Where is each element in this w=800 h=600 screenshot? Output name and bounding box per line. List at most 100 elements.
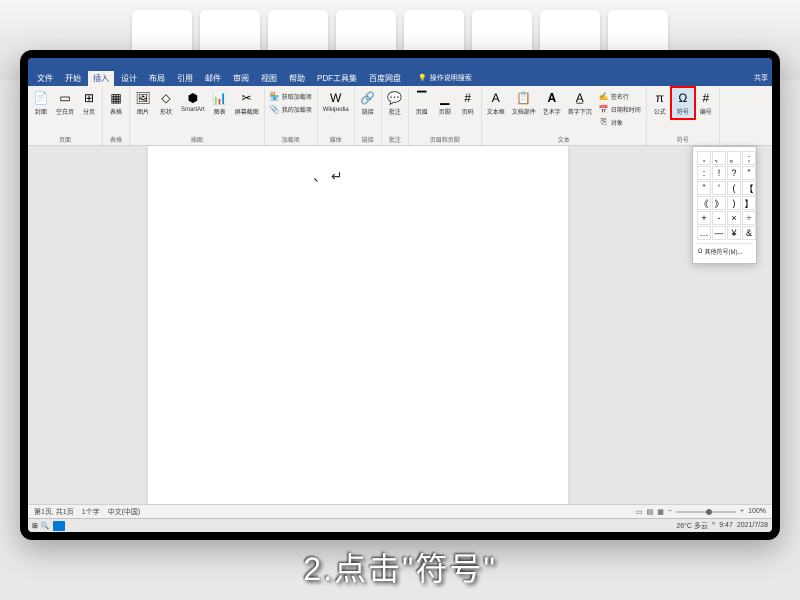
ribbon-button-label: 页脚 bbox=[439, 107, 451, 116]
ribbon-button-文档部件[interactable]: 📋文档部件 bbox=[509, 88, 539, 118]
批注-icon: 💬 bbox=[387, 90, 403, 106]
symbol-cell[interactable]: , bbox=[697, 151, 711, 165]
task-word-icon[interactable] bbox=[53, 521, 65, 531]
start-icon[interactable]: ⊞ bbox=[32, 522, 38, 530]
ribbon-small-签名行[interactable]: ✍签名行 bbox=[598, 90, 642, 102]
ribbon-group-label: 批注 bbox=[382, 134, 408, 145]
ribbon-small-日期和时间[interactable]: 📅日期和时间 bbox=[598, 103, 642, 115]
symbol-cell[interactable]: — bbox=[712, 226, 726, 240]
menu-home[interactable]: 开始 bbox=[60, 71, 86, 86]
ribbon-button-页码[interactable]: #页码 bbox=[457, 88, 479, 118]
status-lang[interactable]: 中文(中国) bbox=[108, 507, 141, 517]
symbol-cell[interactable]: ( bbox=[727, 181, 741, 195]
ribbon-button-图片[interactable]: 🖼图片 bbox=[132, 88, 154, 118]
menu-view[interactable]: 视图 bbox=[256, 71, 282, 86]
symbol-cell[interactable]: & bbox=[742, 226, 756, 240]
menu-file[interactable]: 文件 bbox=[32, 71, 58, 86]
menu-references[interactable]: 引用 bbox=[172, 71, 198, 86]
symbol-cell[interactable]: 】 bbox=[742, 196, 756, 210]
search-icon[interactable]: 🔍 bbox=[41, 522, 50, 530]
omega-icon: Ω bbox=[698, 249, 703, 255]
symbol-cell[interactable]: 。 bbox=[727, 151, 741, 165]
ribbon-button-label: 页眉 bbox=[416, 107, 428, 116]
share-button[interactable]: 共享 bbox=[754, 73, 768, 83]
tray-up-icon[interactable]: ^ bbox=[712, 522, 715, 529]
view-layout-icon[interactable]: ▭ bbox=[636, 508, 643, 516]
ribbon-button-页眉[interactable]: ▔页眉 bbox=[411, 88, 433, 118]
ribbon-button-链接[interactable]: 🔗链接 bbox=[357, 88, 379, 118]
symbol-cell[interactable]: ¥ bbox=[727, 226, 741, 240]
symbol-cell[interactable]: + bbox=[697, 211, 711, 225]
ribbon-button-图表[interactable]: 📊图表 bbox=[209, 88, 231, 118]
ribbon-button-空白页[interactable]: ▭空白页 bbox=[53, 88, 77, 118]
ribbon-button-SmartArt[interactable]: ⬢SmartArt bbox=[178, 88, 208, 115]
ribbon-button-公式[interactable]: π公式 bbox=[649, 88, 671, 118]
ribbon-button-首字下沉[interactable]: A̲首字下沉 bbox=[565, 88, 595, 118]
ribbon-button-label: 封面 bbox=[35, 107, 47, 116]
symbol-cell[interactable]: - bbox=[712, 211, 726, 225]
symbol-cell[interactable]: 、 bbox=[712, 151, 726, 165]
ribbon-button-形状[interactable]: ◇形状 bbox=[155, 88, 177, 118]
menu-design[interactable]: 设计 bbox=[116, 71, 142, 86]
ribbon-group: 🖼图片◇形状⬢SmartArt📊图表✂屏幕截图插图 bbox=[130, 86, 265, 145]
symbol-cell[interactable]: 》 bbox=[712, 196, 726, 210]
more-symbols-button[interactable]: Ω 其他符号(M)... bbox=[697, 243, 752, 259]
weather-widget[interactable]: 26°C 多云 bbox=[676, 521, 708, 531]
menu-mailings[interactable]: 邮件 bbox=[200, 71, 226, 86]
menu-review[interactable]: 审阅 bbox=[228, 71, 254, 86]
ribbon-button-封面[interactable]: 📄封面 bbox=[30, 88, 52, 118]
tell-me-search[interactable]: 操作说明搜索 bbox=[418, 73, 472, 83]
status-words[interactable]: 1个字 bbox=[82, 507, 100, 517]
clock-time[interactable]: 9:47 bbox=[719, 522, 733, 529]
ribbon-button-页脚[interactable]: ▁页脚 bbox=[434, 88, 456, 118]
view-web-icon[interactable]: ▦ bbox=[657, 508, 664, 516]
ribbon-button-艺术字[interactable]: 𝐀艺术字 bbox=[540, 88, 564, 118]
symbol-cell[interactable]: ÷ bbox=[742, 211, 756, 225]
ribbon-button-批注[interactable]: 💬批注 bbox=[384, 88, 406, 118]
menu-insert[interactable]: 插入 bbox=[88, 71, 114, 86]
页码-icon: # bbox=[460, 90, 476, 106]
symbol-cell[interactable]: 【 bbox=[742, 181, 756, 195]
ribbon-small-label: 获取加载项 bbox=[282, 92, 312, 101]
status-page[interactable]: 第1页, 共1页 bbox=[34, 507, 74, 517]
symbol-cell[interactable]: 《 bbox=[697, 196, 711, 210]
zoom-in-icon[interactable]: + bbox=[740, 508, 744, 515]
symbol-cell[interactable]: … bbox=[697, 226, 711, 240]
statusbar: 第1页, 共1页 1个字 中文(中国) ▭ ▤ ▦ − + 100% bbox=[28, 504, 772, 518]
ribbon-small-获取加载项[interactable]: 🏪获取加载项 bbox=[269, 90, 313, 102]
symbol-cell[interactable]: ) bbox=[727, 196, 741, 210]
ribbon-button-label: 形状 bbox=[160, 107, 172, 116]
view-read-icon[interactable]: ▤ bbox=[647, 508, 654, 516]
text-cursor: 、 ↵ bbox=[313, 166, 343, 186]
monitor-frame: 文件 开始 插入 设计 布局 引用 邮件 审阅 视图 帮助 PDF工具集 百度网… bbox=[20, 50, 780, 540]
ribbon-small-我的加载项[interactable]: 📎我的加载项 bbox=[269, 103, 313, 115]
menu-pdf[interactable]: PDF工具集 bbox=[312, 71, 362, 86]
ribbon-button-符号[interactable]: Ω符号 bbox=[672, 88, 694, 118]
ribbon-button-表格[interactable]: ▦表格 bbox=[105, 88, 127, 118]
zoom-slider[interactable] bbox=[676, 511, 736, 513]
symbol-cell[interactable]: ! bbox=[712, 166, 726, 180]
ribbon-button-屏幕截图[interactable]: ✂屏幕截图 bbox=[232, 88, 262, 118]
menu-help[interactable]: 帮助 bbox=[284, 71, 310, 86]
document-page[interactable]: 、 ↵ bbox=[148, 146, 568, 504]
symbol-cell[interactable]: " bbox=[742, 166, 756, 180]
ribbon-button-label: 艺术字 bbox=[543, 107, 561, 116]
clock-date[interactable]: 2021/7/28 bbox=[737, 522, 768, 529]
zoom-value[interactable]: 100% bbox=[748, 508, 766, 515]
symbol-cell[interactable]: × bbox=[727, 211, 741, 225]
menu-baidu[interactable]: 百度网盘 bbox=[364, 71, 406, 86]
ribbon-button-文本框[interactable]: A文本框 bbox=[484, 88, 508, 118]
symbol-cell[interactable]: ; bbox=[742, 151, 756, 165]
symbol-cell[interactable]: ' bbox=[712, 181, 726, 195]
zoom-out-icon[interactable]: − bbox=[668, 508, 672, 515]
symbol-cell[interactable]: ? bbox=[727, 166, 741, 180]
symbol-cell[interactable]: : bbox=[697, 166, 711, 180]
menu-layout[interactable]: 布局 bbox=[144, 71, 170, 86]
图片-icon: 🖼 bbox=[135, 90, 151, 106]
ribbon-button-label: 页码 bbox=[462, 107, 474, 116]
symbol-cell[interactable]: " bbox=[697, 181, 711, 195]
ribbon-button-分页[interactable]: ⊞分页 bbox=[78, 88, 100, 118]
ribbon-small-对象[interactable]: ⎘对象 bbox=[598, 116, 642, 128]
ribbon-button-Wikipedia[interactable]: WWikipedia bbox=[320, 88, 352, 115]
ribbon-button-编号[interactable]: #编号 bbox=[695, 88, 717, 118]
